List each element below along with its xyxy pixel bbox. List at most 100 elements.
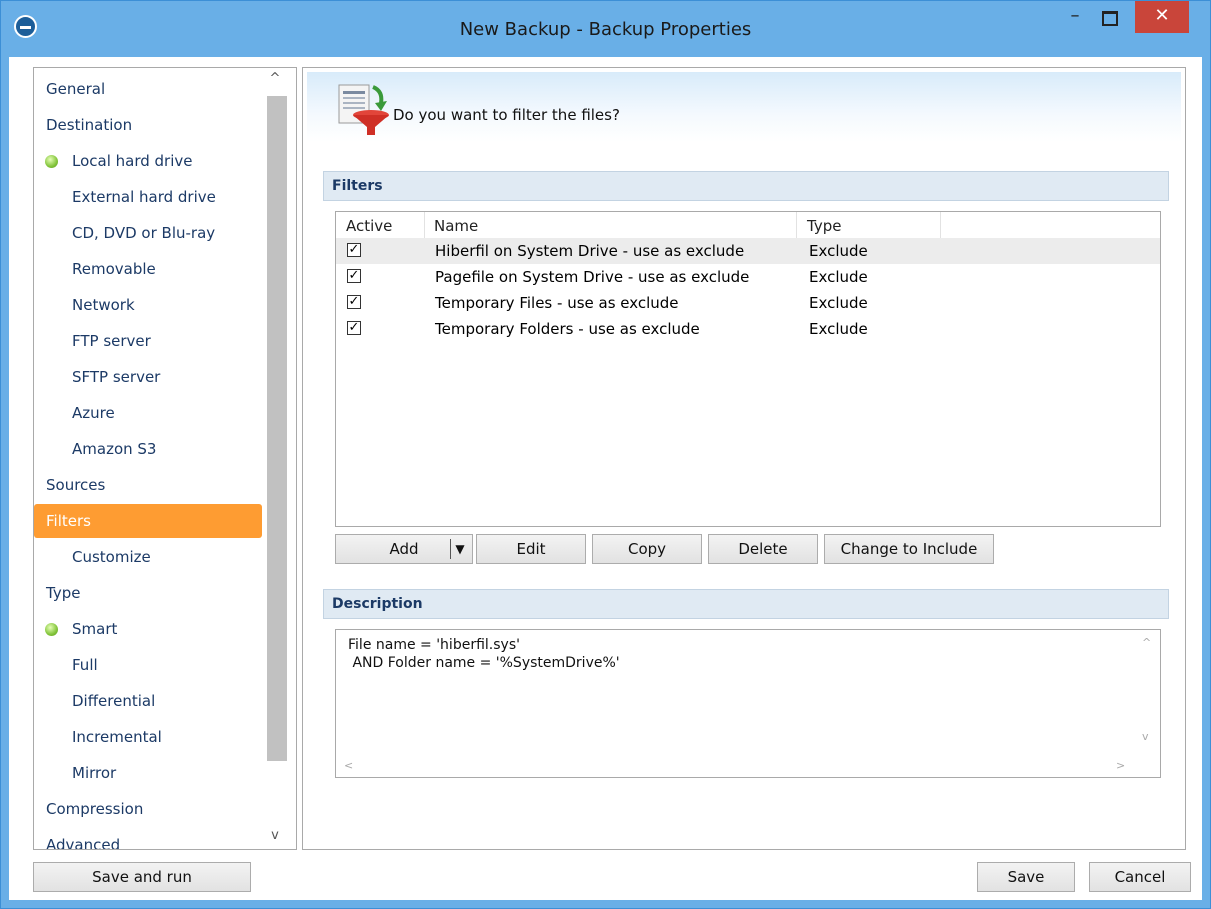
- filter-name-cell: Temporary Folders - use as exclude: [435, 320, 700, 338]
- delete-button[interactable]: Delete: [708, 534, 818, 564]
- sidebar-item-network[interactable]: Network: [34, 288, 270, 322]
- table-row[interactable]: ✓ Temporary Folders - use as exclude Exclu…: [336, 316, 1160, 342]
- filters-list[interactable]: Active Name Type ✓ Hiberfil on System Dri…: [335, 211, 1161, 527]
- sidebar-item-amazon-s3[interactable]: Amazon S3: [34, 432, 270, 466]
- scroll-up-arrow-icon[interactable]: ^: [263, 68, 287, 92]
- chevron-down-icon[interactable]: ▼: [450, 539, 469, 559]
- dialog-body: General Destination Local hard drive Extern…: [9, 57, 1202, 900]
- column-separator: [424, 212, 425, 238]
- column-header-name[interactable]: Name: [434, 217, 478, 235]
- status-dot-icon: [45, 155, 58, 168]
- save-button[interactable]: Save: [977, 862, 1075, 892]
- filter-type-cell: Exclude: [809, 294, 868, 312]
- sidebar-item-azure[interactable]: Azure: [34, 396, 270, 430]
- sidebar-item-smart[interactable]: Smart: [34, 612, 270, 646]
- table-row[interactable]: ✓ Pagefile on System Drive - use as exclu…: [336, 264, 1160, 290]
- filter-type-cell: Exclude: [809, 268, 868, 286]
- filters-section-header: Filters: [323, 171, 1169, 201]
- sidebar-item-label: Compression: [46, 800, 144, 818]
- sidebar-item-label: Differential: [72, 692, 156, 710]
- description-box[interactable]: File name = 'hiberfil.sys' AND Folder na…: [335, 629, 1161, 778]
- sidebar-item-label: Network: [72, 296, 135, 314]
- sidebar-item-sftp-server[interactable]: SFTP server: [34, 360, 270, 394]
- sidebar-item-ftp-server[interactable]: FTP server: [34, 324, 270, 358]
- app-window: New Backup - Backup Properties – ✕ Gener…: [0, 0, 1211, 909]
- save-and-run-button[interactable]: Save and run: [33, 862, 251, 892]
- sidebar-item-advanced[interactable]: Advanced: [34, 828, 270, 850]
- filter-name-cell: Pagefile on System Drive - use as exclud…: [435, 268, 750, 286]
- scroll-thumb[interactable]: [267, 96, 287, 761]
- sidebar-item-general[interactable]: General: [34, 72, 270, 106]
- description-section-header: Description: [323, 589, 1169, 619]
- sidebar-item-full[interactable]: Full: [34, 648, 270, 682]
- sidebar-item-incremental[interactable]: Incremental: [34, 720, 270, 754]
- filter-funnel-icon: [338, 84, 389, 135]
- active-checkbox[interactable]: ✓: [347, 243, 361, 257]
- window-title: New Backup - Backup Properties: [459, 19, 752, 40]
- filter-type-cell: Exclude: [809, 320, 868, 338]
- filter-name-cell: Hiberfil on System Drive - use as exclud…: [435, 242, 745, 260]
- sidebar-item-type[interactable]: Type: [34, 576, 270, 610]
- sidebar-item-label: Azure: [72, 404, 115, 422]
- filters-panel: Do you want to filter the files? Filters…: [302, 67, 1186, 850]
- active-checkbox[interactable]: ✓: [347, 269, 361, 283]
- sidebar-item-label: Sources: [46, 476, 106, 494]
- sidebar-item-label: Incremental: [72, 728, 162, 746]
- column-header-active[interactable]: Active: [346, 217, 392, 235]
- sidebar-item-label: Amazon S3: [72, 440, 157, 458]
- copy-button[interactable]: Copy: [592, 534, 702, 564]
- sidebar-item-label: Local hard drive: [72, 152, 193, 170]
- scroll-down-arrow-icon[interactable]: v: [1142, 730, 1149, 743]
- edit-button[interactable]: Edit: [476, 534, 586, 564]
- sidebar-item-label: CD, DVD or Blu-ray: [72, 224, 216, 242]
- scroll-right-arrow-icon[interactable]: >: [1116, 759, 1125, 772]
- sidebar-item-destination[interactable]: Destination: [34, 108, 270, 142]
- cancel-button[interactable]: Cancel: [1089, 862, 1191, 892]
- add-button-label: Add: [389, 540, 419, 558]
- close-button[interactable]: ✕: [1135, 1, 1189, 33]
- sidebar-item-label: External hard drive: [72, 188, 216, 206]
- add-button[interactable]: Add ▼: [335, 534, 473, 564]
- sidebar-item-label: Full: [72, 656, 98, 674]
- description-line: AND Folder name = '%SystemDrive%': [348, 655, 620, 671]
- scroll-left-arrow-icon[interactable]: <: [344, 759, 353, 772]
- sidebar-item-external-hard-drive[interactable]: External hard drive: [34, 180, 270, 214]
- sidebar-item-label: Smart: [72, 620, 118, 638]
- title-bar[interactable]: New Backup - Backup Properties – ✕: [1, 1, 1210, 57]
- sidebar-item-label: Customize: [72, 548, 151, 566]
- page-banner: Do you want to filter the files?: [307, 72, 1181, 142]
- change-to-include-button[interactable]: Change to Include: [824, 534, 994, 564]
- sidebar-item-filters[interactable]: Filters: [34, 504, 262, 538]
- active-checkbox[interactable]: ✓: [347, 321, 361, 335]
- sidebar-scrollbar[interactable]: ^ v: [263, 68, 287, 849]
- description-horizontal-scrollbar[interactable]: < >: [336, 755, 1160, 777]
- table-row[interactable]: ✓ Temporary Files - use as exclude Exclude: [336, 290, 1160, 316]
- filter-name-cell: Temporary Files - use as exclude: [435, 294, 679, 312]
- sidebar-item-differential[interactable]: Differential: [34, 684, 270, 718]
- sidebar-item-cd-dvd-or-blu-ray[interactable]: CD, DVD or Blu-ray: [34, 216, 270, 250]
- scroll-up-arrow-icon[interactable]: ^: [1142, 636, 1151, 649]
- sidebar-item-label: Mirror: [72, 764, 117, 782]
- sidebar-item-label: Type: [46, 584, 81, 602]
- sidebar-item-sources[interactable]: Sources: [34, 468, 270, 502]
- sidebar-item-removable[interactable]: Removable: [34, 252, 270, 286]
- column-header-type[interactable]: Type: [807, 217, 841, 235]
- sidebar-item-customize[interactable]: Customize: [34, 540, 270, 574]
- sidebar-item-label: Advanced: [46, 836, 121, 850]
- sidebar-item-compression[interactable]: Compression: [34, 792, 270, 826]
- filter-type-cell: Exclude: [809, 242, 868, 260]
- sidebar-item-mirror[interactable]: Mirror: [34, 756, 270, 790]
- sidebar-item-label: FTP server: [72, 332, 151, 350]
- active-checkbox[interactable]: ✓: [347, 295, 361, 309]
- sidebar-item-label: General: [46, 80, 106, 98]
- scroll-down-arrow-icon[interactable]: v: [263, 825, 287, 849]
- sidebar-item-label: Destination: [46, 116, 133, 134]
- description-vertical-scrollbar[interactable]: ^ v: [1136, 630, 1158, 755]
- table-row[interactable]: ✓ Hiberfil on System Drive - use as exclu…: [336, 238, 1160, 264]
- minimize-button[interactable]: –: [1061, 1, 1089, 33]
- sidebar-item-local-hard-drive[interactable]: Local hard drive: [34, 144, 270, 178]
- maximize-button[interactable]: [1095, 1, 1125, 33]
- column-separator: [796, 212, 797, 238]
- description-line: File name = 'hiberfil.sys': [348, 637, 520, 653]
- sidebar-item-label: Filters: [46, 512, 91, 530]
